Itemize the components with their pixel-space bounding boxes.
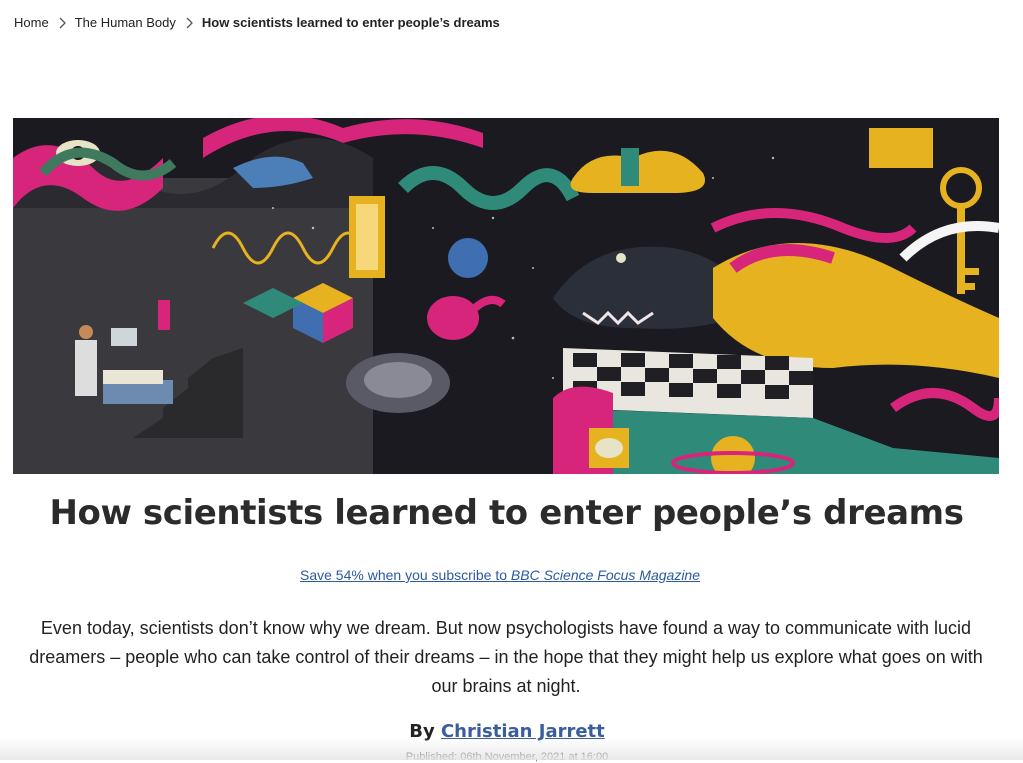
breadcrumb-section-link[interactable]: The Human Body: [75, 15, 176, 30]
article-standfirst: Even today, scientists don’t know why we…: [29, 618, 983, 696]
hero-image: [13, 118, 999, 474]
breadcrumb-home-link[interactable]: Home: [14, 15, 49, 30]
chevron-right-icon: [58, 17, 66, 29]
chevron-right-icon: [185, 17, 193, 29]
byline: By Christian Jarrett: [0, 721, 1014, 742]
published-date: Published: 06th November, 2021 at 16:00: [405, 751, 609, 763]
breadcrumb: Home The Human Body How scientists learn…: [14, 15, 500, 30]
promo-text: Save 54% when you subscribe to: [300, 567, 511, 583]
dream-illustration-icon: [13, 118, 999, 474]
article-title: How scientists learned to enter people’s…: [49, 493, 964, 533]
subscribe-promo: Save 54% when you subscribe to BBC Scien…: [0, 567, 1000, 583]
promo-magazine-name: BBC Science Focus Magazine: [510, 567, 700, 583]
subscribe-promo-link[interactable]: Save 54% when you subscribe to BBC Scien…: [300, 567, 700, 583]
breadcrumb-current: How scientists learned to enter people’s…: [201, 15, 500, 30]
byline-prefix: By: [409, 721, 441, 742]
author-link[interactable]: Christian Jarrett: [441, 721, 605, 742]
